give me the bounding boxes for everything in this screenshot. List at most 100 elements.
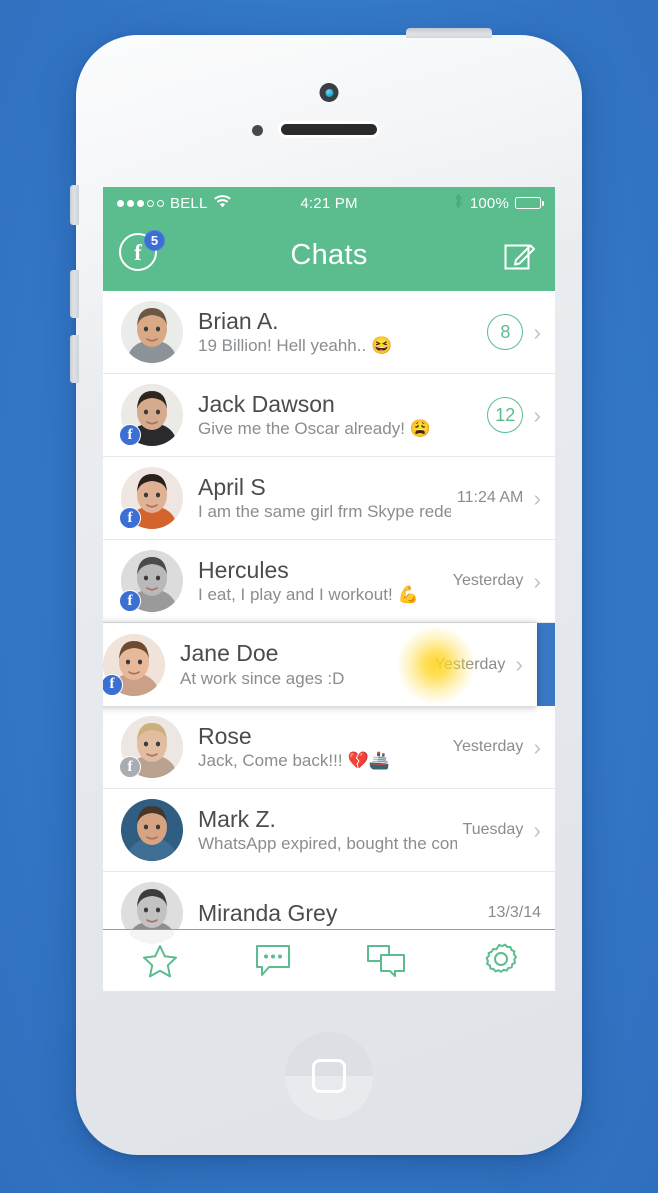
chevron-right-icon: › xyxy=(515,651,523,677)
phone-device: BELL 4:21 PM 100% f 5 Chats Brian A. 19 … xyxy=(70,28,582,1155)
chat-preview-text: WhatsApp expired, bought the company xyxy=(198,834,457,854)
chat-row-container: f Jack Dawson Give me the Oscar already! 😩 1… xyxy=(103,374,555,457)
chat-row-meta: 8 › xyxy=(481,314,541,350)
wifi-icon xyxy=(213,194,231,212)
facebook-badge-icon: f xyxy=(119,507,141,529)
chevron-right-icon: › xyxy=(533,401,541,428)
avatar: f xyxy=(119,550,183,612)
chat-row-text: Rose Jack, Come back!!! 💔🚢 xyxy=(183,723,447,771)
chat-preview-text: Jack, Come back!!! xyxy=(198,751,343,771)
status-bar-left: BELL xyxy=(117,195,300,212)
chat-timestamp: Yesterday xyxy=(434,655,506,673)
chat-row[interactable]: f April SI am the same girl frm Skype red… xyxy=(103,457,555,540)
tab-messages[interactable] xyxy=(216,930,329,991)
chat-row-container: f April SI am the same girl frm Skype red… xyxy=(103,457,555,540)
volume-up-button[interactable] xyxy=(70,270,79,318)
chat-row[interactable]: f Rose Jack, Come back!!! 💔🚢 Yesterday › xyxy=(103,706,555,789)
chat-timestamp: Yesterday xyxy=(452,572,524,589)
avatar: f xyxy=(119,467,183,529)
chat-contact-name: Hercules xyxy=(198,556,289,583)
chat-preview-emoji: 💔🚢 xyxy=(347,751,390,771)
phone-screen: BELL 4:21 PM 100% f 5 Chats Brian A. 19 … xyxy=(103,187,555,991)
chat-contact-name: Miranda Grey xyxy=(198,899,338,926)
chat-row-meta: 12 › xyxy=(481,397,541,433)
battery-percent-label: 100% xyxy=(469,194,510,212)
avatar xyxy=(121,799,183,861)
chat-preview-message: 19 Billion! Hell yeahh.. 😆 xyxy=(198,336,481,356)
avatar: f xyxy=(119,716,183,778)
chat-contact-name: Jack Dawson xyxy=(198,390,335,417)
power-button[interactable] xyxy=(406,28,492,38)
silent-switch[interactable] xyxy=(70,185,79,225)
chat-timestamp: 11:24 AM xyxy=(456,489,524,506)
chat-contact-name: Jane Doe xyxy=(180,640,279,667)
battery-full-icon xyxy=(515,197,545,209)
chat-row[interactable]: f Jack Dawson Give me the Oscar already! 😩 1… xyxy=(103,374,555,457)
status-bar: BELL 4:21 PM 100% xyxy=(103,187,555,219)
chat-row[interactable]: f Jane Doe At work since ages :D Yesterday › xyxy=(103,623,537,706)
earpiece-speaker xyxy=(281,124,377,135)
facebook-badge-icon: f xyxy=(103,673,123,696)
unread-count-badge: 12 xyxy=(487,397,524,433)
chevron-right-icon: › xyxy=(533,567,541,594)
bluetooth-icon xyxy=(453,193,464,213)
tab-favorites[interactable] xyxy=(103,930,216,991)
chat-row-meta: 11:24 AM › xyxy=(451,484,541,511)
chevron-right-icon: › xyxy=(533,318,541,345)
chat-row-text: Hercules I eat, I play and I workout! 💪 xyxy=(183,557,447,605)
status-bar-right: 100% xyxy=(358,193,545,213)
chat-row-text: Brian A. 19 Billion! Hell yeahh.. 😆 xyxy=(183,308,481,356)
avatar: f xyxy=(103,633,165,696)
compose-icon[interactable] xyxy=(503,238,537,272)
chat-contact-name: April S xyxy=(198,473,266,500)
chat-preview-emoji: 😆 xyxy=(371,336,393,356)
carrier-label: BELL xyxy=(170,194,208,212)
avatar-image xyxy=(121,799,183,861)
chevron-right-icon: › xyxy=(533,816,541,843)
chat-row-text: April SI am the same girl frm Skype rede… xyxy=(183,474,451,522)
chat-timestamp: 13/3/14 xyxy=(487,904,541,921)
volume-down-button[interactable] xyxy=(70,335,79,383)
chat-row[interactable]: Brian A. 19 Billion! Hell yeahh.. 😆 8 › xyxy=(103,291,555,374)
chat-preview-text: 19 Billion! Hell yeahh.. xyxy=(198,336,367,356)
chat-preview-text: Give me the Oscar already! xyxy=(198,419,405,439)
clock-label: 4:21 PM xyxy=(300,194,358,212)
avatar: f xyxy=(119,384,183,446)
tab-chats[interactable] xyxy=(329,930,442,991)
signal-strength-icon xyxy=(117,199,164,207)
chat-row-container: llfJane DoeAt work since ages :DYesterda… xyxy=(103,623,555,706)
chat-preview-message: I am the same girl frm Skype redesign! xyxy=(198,502,451,522)
chat-list[interactable]: Brian A. 19 Billion! Hell yeahh.. 😆 8 › f Jack… xyxy=(103,291,555,991)
chat-row-meta: 13/3/14 xyxy=(482,904,541,922)
facebook-account-button[interactable]: f 5 xyxy=(119,230,165,277)
chevron-right-icon: › xyxy=(533,484,541,511)
chat-preview-message: WhatsApp expired, bought the company xyxy=(198,834,457,854)
chat-row-text: Jane Doe At work since ages :D xyxy=(165,640,429,688)
camera-lens xyxy=(325,88,333,97)
facebook-notification-badge: 5 xyxy=(144,230,165,251)
chat-row-container: f Rose Jack, Come back!!! 💔🚢 Yesterday › xyxy=(103,706,555,789)
facebook-badge-icon: f xyxy=(119,756,141,778)
chat-preview-message: I eat, I play and I workout! 💪 xyxy=(198,585,447,605)
chat-contact-name: Mark Z. xyxy=(198,805,276,832)
chat-preview-emoji: 💪 xyxy=(397,585,419,605)
screenshot-root: BELL 4:21 PM 100% f 5 Chats Brian A. 19 … xyxy=(0,0,658,1193)
chat-row[interactable]: Mark Z.WhatsApp expired, bought the comp… xyxy=(103,789,555,872)
chat-row[interactable]: f Hercules I eat, I play and I workout! 💪 Ye… xyxy=(103,540,555,623)
page-title: Chats xyxy=(290,238,368,271)
chat-contact-name: Brian A. xyxy=(198,307,279,334)
chat-row-meta: Tuesday › xyxy=(457,816,541,843)
chat-preview-emoji: 😩 xyxy=(409,419,432,439)
chat-row-meta: Yesterday › xyxy=(429,653,523,676)
navigation-bar: f 5 Chats xyxy=(103,219,555,291)
chat-row-container: Brian A. 19 Billion! Hell yeahh.. 😆 8 › xyxy=(103,291,555,374)
chat-row-text: Mark Z.WhatsApp expired, bought the comp… xyxy=(183,806,457,854)
chat-timestamp: Tuesday xyxy=(462,821,524,838)
chat-row-text: Miranda Grey xyxy=(183,900,482,926)
chevron-right-icon: › xyxy=(533,733,541,760)
chat-timestamp: Yesterday xyxy=(452,738,524,755)
home-button[interactable] xyxy=(285,1032,373,1120)
chat-preview-text: I eat, I play and I workout! xyxy=(198,585,393,605)
tab-settings[interactable] xyxy=(442,930,555,991)
chat-preview-message: Jack, Come back!!! 💔🚢 xyxy=(198,751,447,771)
